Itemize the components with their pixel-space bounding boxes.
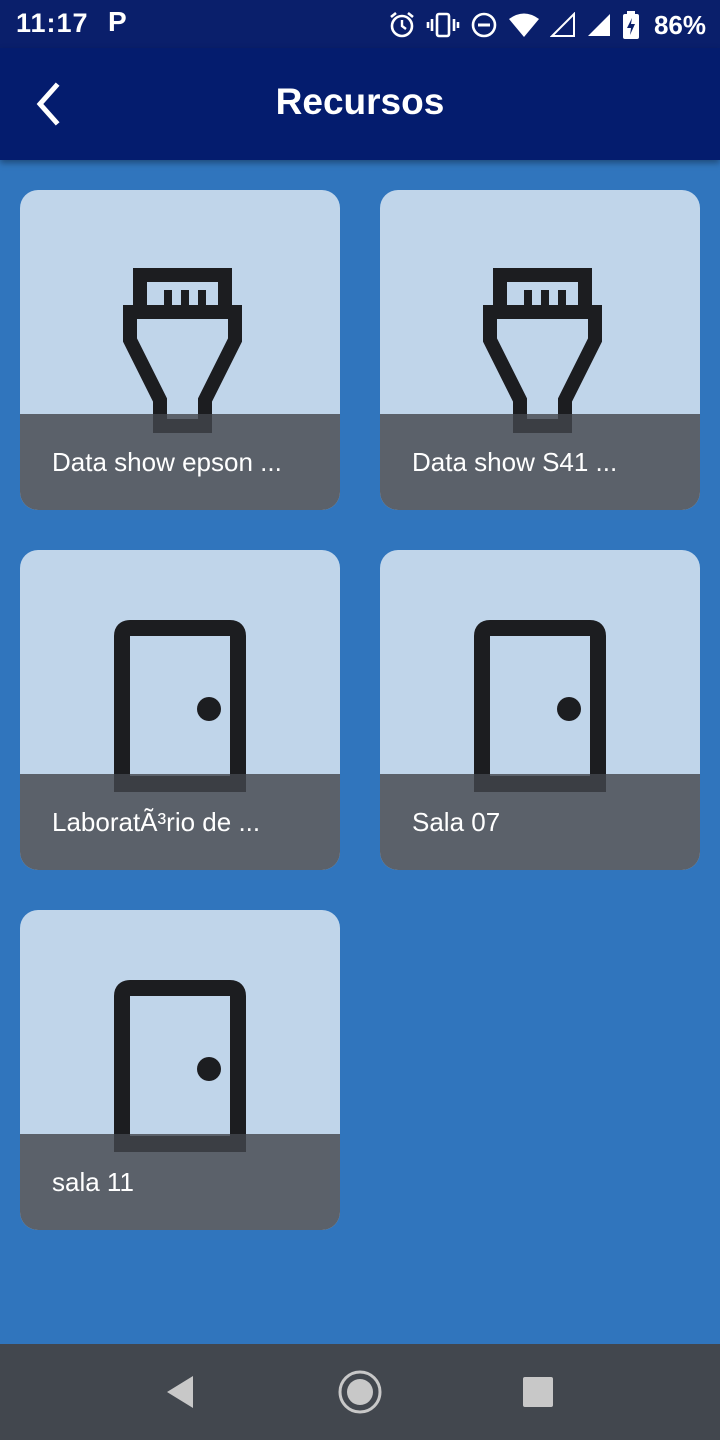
card-label: Data show S41 ... (412, 447, 618, 477)
battery-charging-icon (622, 11, 639, 39)
resource-card[interactable]: Data show epson ... (20, 190, 340, 510)
parking-app-notification-icon: P (108, 6, 127, 37)
resource-card[interactable]: sala 11 (20, 910, 340, 1230)
resource-card[interactable]: Data show S41 ... (380, 190, 700, 510)
status-icons: 86% (388, 8, 706, 42)
status-time: 11:17 (16, 8, 89, 38)
home-circle-icon (338, 1370, 382, 1414)
signal-empty-icon (549, 12, 575, 37)
resource-card[interactable]: LaboratÃ³rio de ... (20, 550, 340, 870)
vibrate-icon (426, 12, 460, 38)
do-not-disturb-icon (471, 12, 497, 38)
battery-percent: 86% (653, 9, 706, 40)
page-title: Recursos (275, 81, 445, 122)
resource-card[interactable]: Sala 07 (380, 550, 700, 870)
card-label: Data show epson ... (52, 447, 282, 477)
alarm-icon (390, 11, 414, 38)
back-triangle-icon (167, 1376, 193, 1408)
system-nav-bar (0, 1344, 720, 1440)
app-bar: Recursos (0, 48, 720, 160)
nav-recents-button[interactable] (514, 1368, 562, 1416)
wifi-icon (508, 13, 539, 37)
recents-square-icon (523, 1377, 553, 1407)
status-bar: 11:17 P 86% (0, 0, 720, 48)
card-label: Sala 07 (412, 807, 501, 837)
signal-full-icon (587, 14, 610, 36)
nav-home-button[interactable] (336, 1368, 384, 1416)
card-label: sala 11 (52, 1167, 134, 1197)
nav-back-button[interactable] (156, 1368, 204, 1416)
card-label: LaboratÃ³rio de ... (52, 807, 261, 837)
